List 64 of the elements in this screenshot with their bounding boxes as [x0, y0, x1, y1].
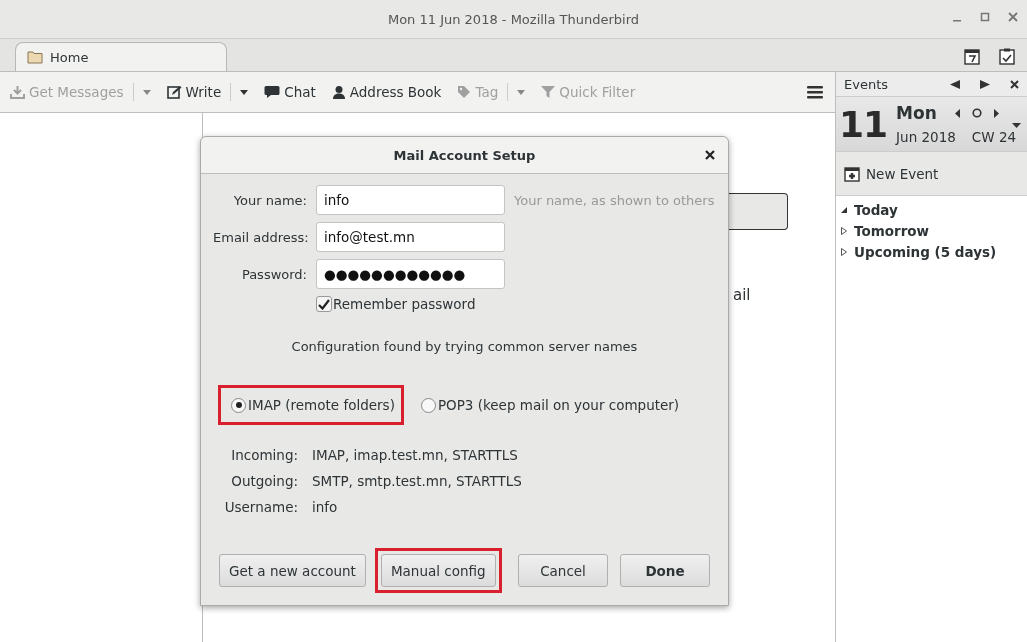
remember-password-checkbox[interactable]: Remember password — [316, 296, 505, 312]
write-button[interactable]: Write — [166, 83, 255, 101]
detail-label: Outgoing: — [230, 473, 298, 489]
month-label: Jun 2018 — [896, 129, 956, 145]
dialog-button[interactable]: Get a new account — [219, 554, 366, 587]
tag-icon — [457, 85, 472, 99]
field-label: Your name: — [232, 192, 307, 208]
collapsed-triangle-icon[interactable] — [840, 227, 848, 235]
day-number: 11 — [839, 103, 888, 145]
dialog-button[interactable]: Done — [620, 554, 710, 587]
field-label: Email address: — [213, 229, 307, 245]
next-arrow-icon[interactable] — [980, 79, 990, 89]
next-day-icon[interactable] — [993, 108, 999, 118]
detail-label: Username: — [223, 499, 298, 515]
protocol-radio[interactable]: POP3 (keep mail on your computer) — [407, 385, 689, 425]
weekday-label: Mon — [896, 103, 937, 123]
events-title: Events — [844, 76, 888, 92]
dialog-title: Mail Account Setup — [393, 147, 536, 163]
home-tab[interactable]: Home — [15, 42, 227, 71]
field-hint: Your name, as shown to others — [514, 192, 716, 208]
radio-button[interactable] — [420, 397, 436, 413]
detail-value: info — [312, 499, 339, 515]
previous-day-icon[interactable] — [954, 108, 960, 118]
close-icon[interactable] — [1010, 79, 1019, 89]
speech-bubble-icon — [264, 85, 281, 99]
folder-icon — [27, 50, 43, 64]
maximize-icon[interactable] — [979, 11, 991, 23]
person-icon — [331, 85, 346, 99]
task-icon[interactable] — [999, 48, 1015, 65]
field-label: Password: — [240, 266, 307, 282]
previous-arrow-icon[interactable] — [950, 79, 960, 89]
calendar-plus-icon — [844, 165, 860, 182]
protocol-radio[interactable]: IMAP (remote folders) — [218, 385, 404, 425]
calendar-icon[interactable] — [964, 48, 980, 65]
caret-icon[interactable] — [240, 89, 249, 95]
radio-button[interactable] — [231, 397, 246, 413]
event-group[interactable]: Tomorrow — [840, 223, 1023, 239]
week-label: CW 24 — [971, 129, 1017, 145]
collapsed-triangle-icon[interactable] — [840, 248, 848, 256]
detail-value: IMAP, imap.test.mn, STARTTLS — [312, 447, 519, 463]
input-field[interactable]: info — [316, 185, 505, 215]
background-text: ail — [733, 286, 751, 304]
today-circle-icon[interactable] — [971, 108, 982, 118]
pencil-icon — [166, 85, 182, 99]
window-title: Mon 11 Jun 2018 - Mozilla Thunderbird — [387, 11, 640, 27]
address-book-button[interactable]: Address Book — [331, 84, 448, 100]
filter-icon — [541, 85, 556, 99]
menu-icon[interactable] — [807, 85, 823, 99]
expanded-triangle-icon[interactable] — [840, 206, 848, 214]
dropdown-caret-icon[interactable] — [1012, 123, 1021, 128]
checkbox[interactable] — [316, 296, 332, 312]
new-event-button[interactable]: New Event — [836, 152, 1027, 196]
status-message: Configuration found by trying common server names — [290, 339, 639, 354]
event-group[interactable]: Upcoming (5 days) — [840, 244, 1023, 260]
dialog-button[interactable]: Manual config — [380, 554, 496, 587]
download-icon — [10, 85, 25, 99]
detail-value: SMTP, smtp.test.mn, STARTTLS — [312, 473, 523, 489]
chat-button[interactable]: Chat — [264, 84, 322, 100]
input-field[interactable]: info@test.mn — [316, 222, 505, 252]
dialog-button[interactable]: Cancel — [518, 554, 608, 587]
event-group[interactable]: Today — [840, 202, 1023, 218]
input-field[interactable]: ●●●●●●●●●●●● — [316, 259, 505, 289]
close-icon[interactable] — [705, 150, 715, 160]
detail-label: Incoming: — [230, 447, 298, 463]
